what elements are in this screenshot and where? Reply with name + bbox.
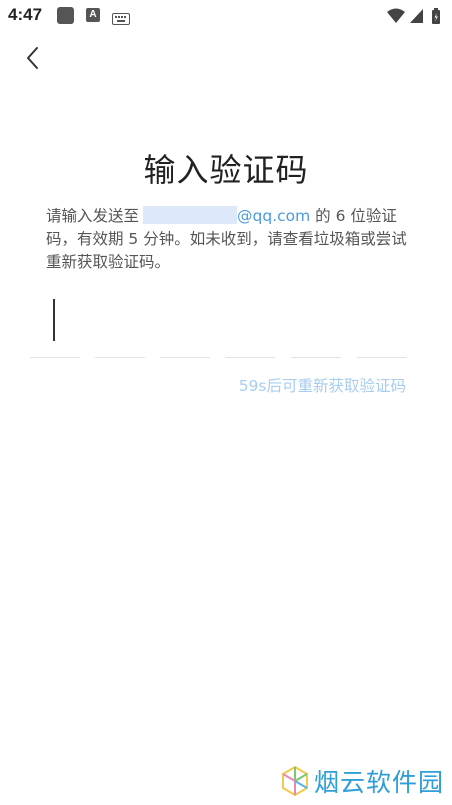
app-notification-icon xyxy=(57,7,74,24)
back-button[interactable] xyxy=(18,42,50,74)
text-cursor xyxy=(53,299,55,341)
code-digit-4[interactable] xyxy=(225,295,275,358)
watermark: 烟云软件园 xyxy=(280,763,444,799)
code-digit-2[interactable] xyxy=(95,295,145,358)
status-bar: 4:47 A xyxy=(0,0,452,32)
font-a-icon: A xyxy=(86,8,100,22)
battery-icon xyxy=(432,8,440,24)
status-right-icons xyxy=(386,6,446,26)
code-digit-6[interactable] xyxy=(357,295,407,358)
code-input-row xyxy=(30,295,410,360)
code-digit-3[interactable] xyxy=(160,295,210,358)
wifi-icon xyxy=(387,8,405,23)
watermark-text: 烟云软件园 xyxy=(313,768,444,797)
page-title: 输入验证码 xyxy=(143,151,309,189)
status-time: 4:47 xyxy=(8,5,43,24)
signal-icon xyxy=(410,9,423,23)
resend-countdown-button[interactable]: 59s后可重新获取验证码 xyxy=(239,374,406,396)
email-domain: @qq.com xyxy=(237,207,311,225)
description-prefix: 请输入发送至 xyxy=(46,207,140,225)
email-redacted-mask xyxy=(143,206,238,224)
description: 请输入发送至 @qq.com 的 6 位验证码，有效期 5 分钟。如未收到，请查看… xyxy=(46,205,411,274)
code-digit-5[interactable] xyxy=(291,295,341,358)
keyboard-icon xyxy=(112,10,130,29)
code-digit-1[interactable] xyxy=(30,295,80,358)
cube-logo-icon xyxy=(281,765,308,797)
chevron-left-icon xyxy=(27,47,38,69)
